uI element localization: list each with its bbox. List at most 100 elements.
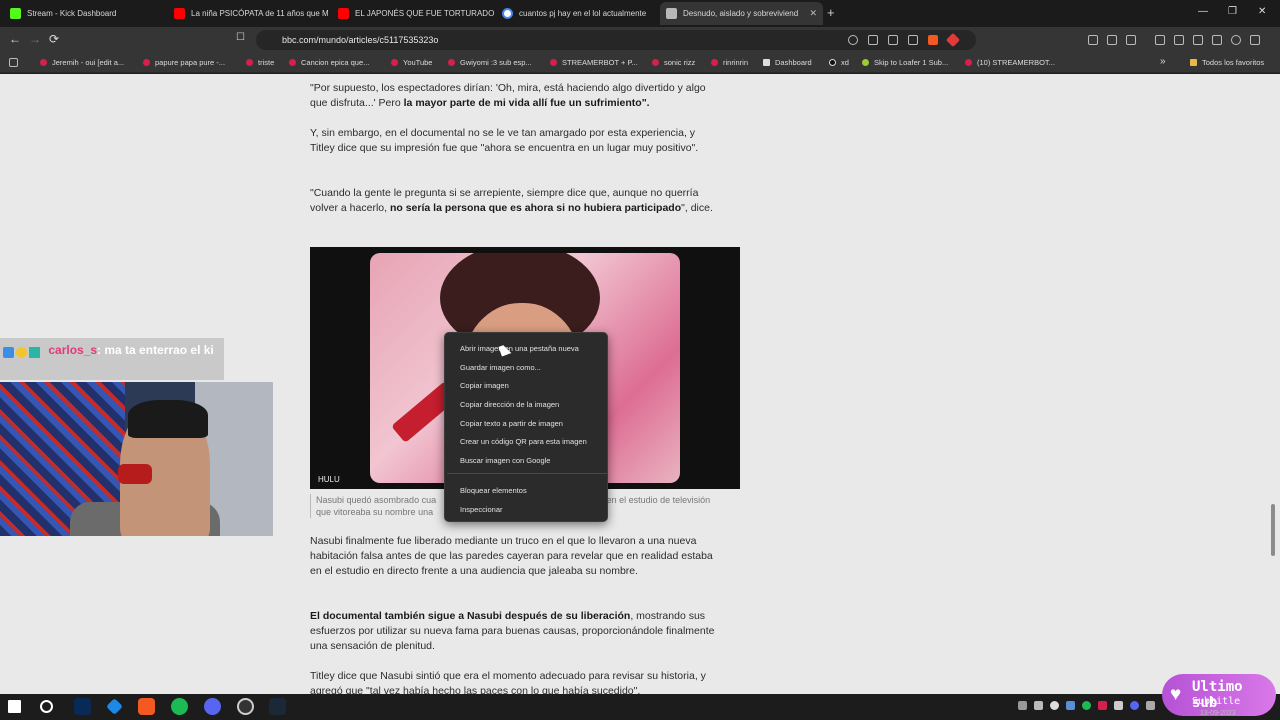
all-favorites-folder[interactable]: Todos los favoritos: [1190, 58, 1264, 67]
youtube-icon: [174, 8, 185, 19]
tab-title: EL JAPONÉS QUE FUE TORTURADO E: [355, 9, 495, 18]
tray-app-icon[interactable]: [1146, 701, 1155, 710]
navigation-bar: ← → ⟳ ☐ bbc.com/mundo/articles/c51175353…: [0, 27, 1280, 53]
steam-icon[interactable]: [269, 698, 286, 715]
bbc-icon: [666, 8, 677, 19]
article-paragraph: Y, sin embargo, en el documental no se l…: [310, 127, 699, 154]
discord-icon[interactable]: [204, 698, 221, 715]
tab-youtube-1[interactable]: La niña PSICÓPATA de 11 años que M: [168, 2, 331, 25]
cast-icon[interactable]: [868, 35, 878, 45]
taskbar-clock: 13-09-2023: [1200, 710, 1236, 717]
bookmark-item[interactable]: papure papa pure -...: [143, 58, 225, 67]
youtube-icon: [40, 59, 47, 66]
tray-app-icon[interactable]: [1050, 701, 1059, 710]
bookmark-item[interactable]: sonic rizz: [652, 58, 695, 67]
bookmark-item[interactable]: STREAMERBOT + P...: [550, 58, 638, 67]
brave-icon[interactable]: [138, 698, 155, 715]
chat-badges-icon: [3, 345, 45, 358]
page-scrollbar[interactable]: [1271, 504, 1275, 556]
sidebar-icon[interactable]: [1174, 35, 1184, 45]
obs-icon[interactable]: [237, 698, 254, 715]
bookmark-item[interactable]: Gwiyomi :3 sub esp...: [448, 58, 532, 67]
reader-mode-icon[interactable]: [888, 35, 898, 45]
bookmark-item[interactable]: Skip to Loafer 1 Sub...: [862, 58, 948, 67]
tab-title: Stream - Kick Dashboard: [27, 9, 117, 18]
menu-create-qr-code[interactable]: Crear un código QR para esta imagen: [460, 437, 587, 446]
tab-title: La niña PSICÓPATA de 11 años que M: [191, 9, 329, 18]
close-window-button[interactable]: ✕: [1258, 6, 1266, 17]
forward-button[interactable]: →: [29, 32, 41, 46]
close-tab-icon[interactable]: ✕: [803, 8, 817, 19]
shield-icon[interactable]: [1231, 35, 1241, 45]
youtube-icon: [391, 59, 398, 66]
music-icon[interactable]: [1155, 35, 1165, 45]
tray-overflow-icon[interactable]: [1018, 701, 1027, 710]
menu-icon[interactable]: [1250, 35, 1260, 45]
leo-ai-icon[interactable]: [1212, 35, 1222, 45]
menu-search-image-google[interactable]: Buscar imagen con Google: [460, 456, 550, 465]
photoshop-icon[interactable]: [74, 698, 91, 715]
apps-grid-icon[interactable]: [9, 58, 18, 67]
share-icon[interactable]: [908, 35, 918, 45]
extension-icon[interactable]: [1088, 35, 1098, 45]
url-text[interactable]: bbc.com/mundo/articles/c5117535323o: [282, 35, 438, 45]
tray-app-icon[interactable]: [1098, 701, 1107, 710]
youtube-icon: [246, 59, 253, 66]
minimize-button[interactable]: —: [1198, 6, 1208, 17]
extension-toolbar: [1088, 35, 1260, 45]
bookmark-item[interactable]: Cancion epica que...: [289, 58, 369, 67]
spotify-icon[interactable]: [171, 698, 188, 715]
menu-inspect[interactable]: Inspeccionar: [460, 505, 503, 514]
chat-overlay: carlos_s: ma ta enterrao el ki: [0, 338, 224, 380]
tray-spotify-icon[interactable]: [1082, 701, 1091, 710]
brave-shield-icon[interactable]: [928, 35, 938, 45]
bookmarks-bar: Jeremih - oui [edit a... papure papa pur…: [0, 53, 1280, 73]
bookmark-item[interactable]: (10) STREAMERBOT...: [965, 58, 1055, 67]
menu-copy-image-address[interactable]: Copiar dirección de la imagen: [460, 400, 559, 409]
new-tab-button[interactable]: +: [827, 5, 835, 20]
youtube-icon: [652, 59, 659, 66]
headset-icon: [118, 464, 152, 484]
screenshot-icon[interactable]: [1126, 35, 1136, 45]
vpn-icon[interactable]: [848, 35, 858, 45]
menu-block-elements[interactable]: Bloquear elementos: [460, 486, 527, 495]
google-icon: [502, 8, 513, 19]
puzzle-icon[interactable]: [1107, 35, 1117, 45]
app-icon[interactable]: [106, 698, 123, 715]
chat-message: : ma ta enterrao el ki: [97, 343, 214, 357]
bookmark-page-button[interactable]: ☐: [236, 32, 245, 43]
bookmark-item[interactable]: triste: [246, 58, 274, 67]
tray-app-icon[interactable]: [1114, 701, 1123, 710]
restore-button[interactable]: ❐: [1228, 6, 1237, 17]
youtube-icon: [143, 59, 150, 66]
reload-button[interactable]: ⟳: [49, 32, 59, 46]
tray-app-icon[interactable]: [1034, 701, 1043, 710]
back-button[interactable]: ←: [9, 32, 21, 46]
tab-google-search[interactable]: cuantos pj hay en el lol actualmente: [496, 2, 659, 25]
tab-bbc-article[interactable]: Desnudo, aislado y sobreviviend ✕: [660, 2, 823, 25]
tray-discord-icon[interactable]: [1130, 701, 1139, 710]
tab-strip: Stream - Kick Dashboard La niña PSICÓPAT…: [0, 0, 1280, 27]
tab-kick-dashboard[interactable]: Stream - Kick Dashboard: [4, 2, 167, 25]
menu-open-image-new-tab[interactable]: Abrir imagen en una pestaña nueva: [460, 344, 579, 353]
tab-title: Desnudo, aislado y sobreviviend: [683, 9, 799, 18]
wallet-icon[interactable]: [1193, 35, 1203, 45]
tray-app-icon[interactable]: [1066, 701, 1075, 710]
windows-start-icon[interactable]: [8, 700, 21, 713]
search-icon[interactable]: [40, 700, 53, 713]
image-credit: HULU: [315, 473, 343, 486]
article-paragraph: Titley dice que Nasubi sintió que era el…: [310, 670, 706, 694]
menu-copy-image[interactable]: Copiar imagen: [460, 381, 509, 390]
menu-save-image-as[interactable]: Guardar imagen como...: [460, 363, 541, 372]
tab-youtube-2[interactable]: EL JAPONÉS QUE FUE TORTURADO E: [332, 2, 495, 25]
webcam-overlay: [0, 382, 273, 536]
tiktok-icon: [829, 59, 836, 66]
bookmark-item[interactable]: Jeremih - oui [edit a...: [40, 58, 124, 67]
bookmark-item[interactable]: YouTube: [391, 58, 432, 67]
bookmark-item[interactable]: rinrinrin: [711, 58, 748, 67]
bookmark-item[interactable]: Dashboard: [763, 58, 812, 67]
bookmark-item[interactable]: xd: [829, 58, 849, 67]
brave-rewards-icon[interactable]: [945, 32, 961, 48]
menu-copy-text-from-image[interactable]: Copiar texto a partir de imagen: [460, 419, 563, 428]
bookmarks-overflow-icon[interactable]: »: [1160, 56, 1166, 67]
